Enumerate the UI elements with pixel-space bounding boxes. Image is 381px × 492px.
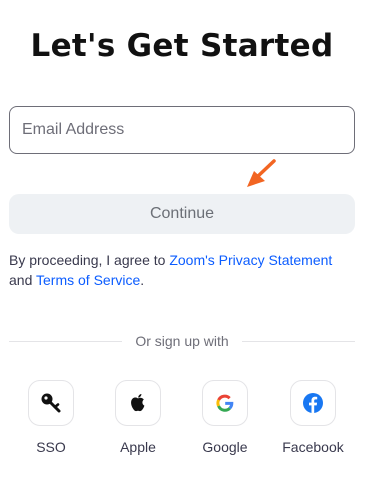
sign-up-providers: SSO Apple Google Facebook [9, 380, 355, 460]
facebook-icon [303, 393, 323, 413]
divider-line-left [9, 340, 123, 342]
legal-text: By proceeding, I agree to Zoom's Privacy… [9, 250, 355, 290]
sign-up-divider: Or sign up with [9, 331, 355, 351]
page-title: Let's Get Started [30, 28, 334, 64]
apple-button[interactable]: Apple [98, 380, 178, 455]
email-field[interactable] [9, 106, 355, 154]
sso-label: SSO [36, 439, 66, 455]
facebook-label: Facebook [282, 439, 344, 455]
privacy-statement-link[interactable]: Zoom's Privacy Statement [169, 252, 332, 268]
divider-line-right [241, 340, 355, 342]
sso-icon-box[interactable] [28, 380, 74, 426]
google-icon-box[interactable] [202, 380, 248, 426]
apple-icon-box[interactable] [115, 380, 161, 426]
facebook-icon-box[interactable] [290, 380, 336, 426]
apple-icon [131, 394, 145, 412]
legal-middle: and [9, 272, 36, 288]
key-icon [41, 393, 61, 413]
email-input[interactable] [10, 107, 354, 153]
divider-text: Or sign up with [135, 333, 229, 349]
sso-button[interactable]: SSO [11, 380, 91, 455]
google-label: Google [202, 439, 248, 455]
arrow-icon [247, 159, 276, 187]
google-icon [216, 394, 234, 412]
continue-button[interactable]: Continue [9, 194, 355, 234]
legal-prefix: By proceeding, I agree to [9, 252, 170, 268]
terms-of-service-link[interactable]: Terms of Service [36, 272, 140, 288]
google-button[interactable]: Google [185, 380, 265, 455]
legal-suffix: . [140, 272, 145, 288]
facebook-button[interactable]: Facebook [273, 380, 353, 455]
apple-label: Apple [120, 439, 156, 455]
